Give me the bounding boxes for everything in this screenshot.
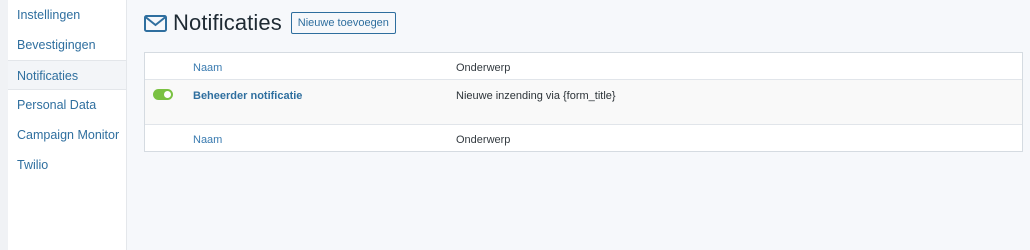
table-footer-row: Naam Onderwerp [145,125,1022,151]
main-content: Notificaties Nieuwe toevoegen Naam Onder… [144,0,1030,250]
add-notification-button[interactable]: Nieuwe toevoegen [290,12,396,34]
settings-sidebar: Instellingen Bevestigingen Notificaties … [8,0,127,250]
table-row: Beheerder notificatie Nieuwe inzending v… [145,80,1022,125]
column-footer-subject: Onderwerp [456,134,511,146]
left-edge-bar [0,0,8,250]
sidebar-item-twilio[interactable]: Twilio [8,150,126,180]
table-header-row: Naam Onderwerp [145,53,1022,80]
column-header-name[interactable]: Naam [193,62,222,74]
mail-icon [144,14,167,32]
sidebar-item-instellingen[interactable]: Instellingen [8,0,126,30]
column-header-subject: Onderwerp [456,62,511,74]
notification-subject: Nieuwe inzending via {form_title} [456,90,616,102]
notification-name-link[interactable]: Beheerder notificatie [193,90,302,102]
sidebar-item-notificaties[interactable]: Notificaties [8,60,126,90]
page-header: Notificaties Nieuwe toevoegen [144,8,396,38]
column-footer-name[interactable]: Naam [193,134,222,146]
sidebar-item-bevestigingen[interactable]: Bevestigingen [8,30,126,60]
toggle-knob [164,91,171,98]
page-title: Notificaties [173,10,282,35]
sidebar-item-campaign-monitor[interactable]: Campaign Monitor [8,120,126,150]
sidebar-item-personal-data[interactable]: Personal Data [8,90,126,120]
notifications-table: Naam Onderwerp Beheerder notificatie Nie… [144,52,1023,152]
active-toggle[interactable] [153,89,173,100]
